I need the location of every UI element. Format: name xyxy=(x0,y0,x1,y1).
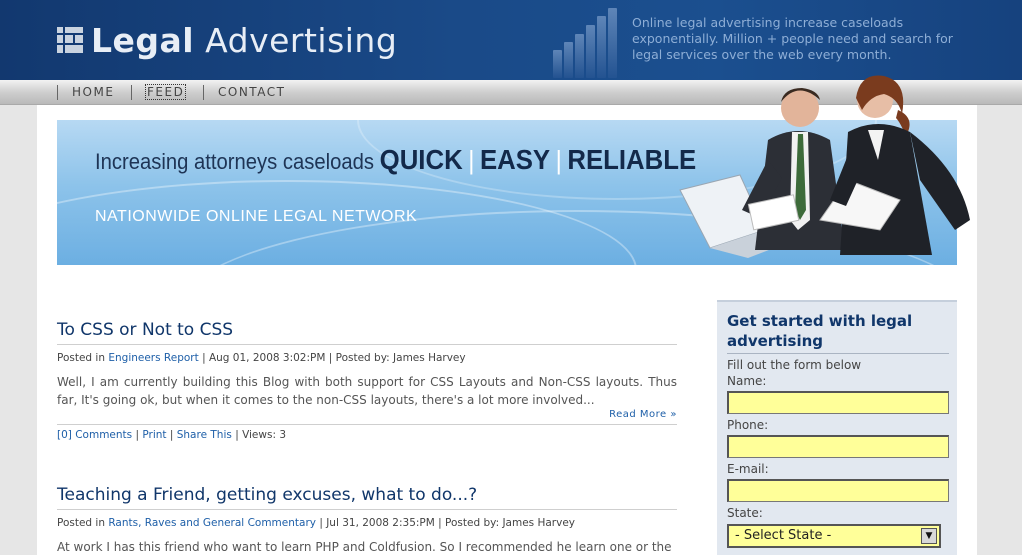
blog-post: Teaching a Friend, getting excuses, what… xyxy=(57,485,677,555)
business-people-image xyxy=(679,75,970,258)
state-select-value: - Select State - xyxy=(735,528,832,543)
post-category-link[interactable]: Rants, Raves and General Commentary xyxy=(108,517,316,529)
state-label: State: xyxy=(727,506,763,520)
post-category-link[interactable]: Engineers Report xyxy=(108,352,198,364)
share-link[interactable]: Share This xyxy=(177,429,232,441)
post-meta: Posted in Rants, Raves and General Comme… xyxy=(57,517,576,529)
nav-feed[interactable]: FEED xyxy=(131,84,187,100)
post-title[interactable]: To CSS or Not to CSS xyxy=(57,320,677,345)
banner-subheadline: NATIONWIDE ONLINE LEGAL NETWORK xyxy=(95,208,418,225)
site-logo[interactable]: Legal Advertising xyxy=(57,20,398,60)
phone-field[interactable] xyxy=(727,435,949,458)
post-excerpt: At work I has this friend who want to le… xyxy=(57,540,672,554)
post-title[interactable]: Teaching a Friend, getting excuses, what… xyxy=(57,485,677,510)
print-link[interactable]: Print xyxy=(142,429,166,441)
signup-form-box: Get started with legal advertising Fill … xyxy=(717,300,957,555)
comments-link[interactable]: [0] Comments xyxy=(57,429,132,441)
nav-feed-label: FEED xyxy=(144,84,187,100)
post-excerpt: Well, I am currently building this Blog … xyxy=(57,375,677,407)
views-count: | Views: 3 xyxy=(235,429,287,441)
dropdown-arrow-icon[interactable]: ▼ xyxy=(921,528,937,544)
email-label: E-mail: xyxy=(727,462,769,476)
logo-icon xyxy=(57,27,83,53)
header-tagline: Online legal advertising increase caselo… xyxy=(632,15,953,62)
name-field[interactable] xyxy=(727,391,949,414)
banner-headline: Increasing attorneys caseloads QUICK | EAS… xyxy=(95,144,697,175)
form-title: Get started with legal advertising xyxy=(727,311,949,354)
phone-label: Phone: xyxy=(727,418,769,432)
growth-bars-graphic xyxy=(545,8,620,78)
post-meta: Posted in Engineers Report | Aug 01, 200… xyxy=(57,352,466,364)
email-field[interactable] xyxy=(727,479,949,502)
nav-contact[interactable]: CONTACT xyxy=(203,85,285,100)
form-intro: Fill out the form below xyxy=(727,358,862,372)
name-label: Name: xyxy=(727,374,767,388)
state-select[interactable]: - Select State - ▼ xyxy=(727,524,941,548)
post-actions: [0] Comments | Print | Share This | View… xyxy=(57,429,287,441)
blog-post: To CSS or Not to CSS Posted in Engineers… xyxy=(57,320,677,441)
site-header: Legal Advertising Online legal advertisi… xyxy=(0,0,1022,80)
logo-text: Legal Advertising xyxy=(91,20,398,60)
read-more-link[interactable]: Read More » xyxy=(57,409,677,425)
nav-home[interactable]: HOME xyxy=(57,85,114,100)
